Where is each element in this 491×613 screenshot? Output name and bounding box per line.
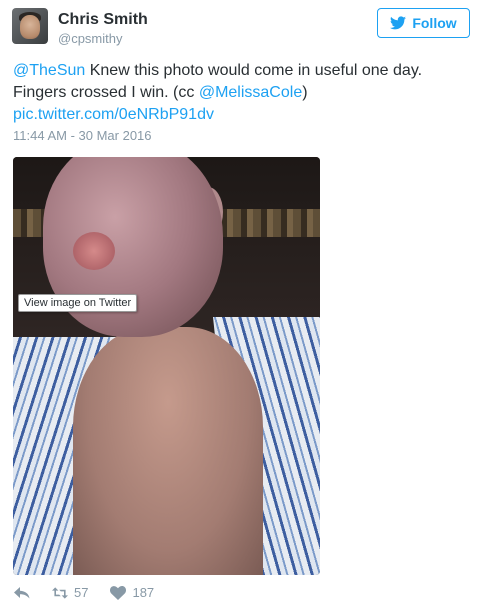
heart-icon <box>110 585 127 600</box>
retweet-count: 57 <box>74 585 89 600</box>
follow-button[interactable]: Follow <box>377 8 470 38</box>
avatar-face <box>20 15 40 39</box>
timestamp[interactable]: 11:44 AM - 30 Mar 2016 <box>13 128 152 143</box>
follow-label: Follow <box>412 15 457 31</box>
avatar[interactable] <box>12 8 48 44</box>
reply-button[interactable] <box>14 586 30 600</box>
mention-thesun[interactable]: @TheSun <box>13 62 85 79</box>
tweet-actions: 57 187 <box>14 585 154 600</box>
pic-link[interactable]: pic.twitter.com/0eNRbP91dv <box>13 106 214 123</box>
user-handle[interactable]: @cpsmithy <box>58 31 123 46</box>
like-count: 187 <box>132 585 155 600</box>
retweet-icon <box>52 586 68 599</box>
reply-icon <box>14 586 30 598</box>
tweet-text: @TheSun Knew this photo would come in us… <box>13 60 463 126</box>
photo-lips <box>73 232 115 270</box>
photo-chest <box>73 327 263 575</box>
mention-melissacole[interactable]: @MelissaCole <box>199 84 302 101</box>
twitter-bird-icon <box>390 16 407 30</box>
view-image-tooltip: View image on Twitter <box>18 294 138 312</box>
tweet-text-part2: ) <box>302 84 308 101</box>
like-button[interactable]: 187 <box>110 585 154 600</box>
user-name[interactable]: Chris Smith <box>58 11 148 29</box>
tweet-photo[interactable] <box>13 157 320 575</box>
retweet-button[interactable]: 57 <box>52 585 88 600</box>
